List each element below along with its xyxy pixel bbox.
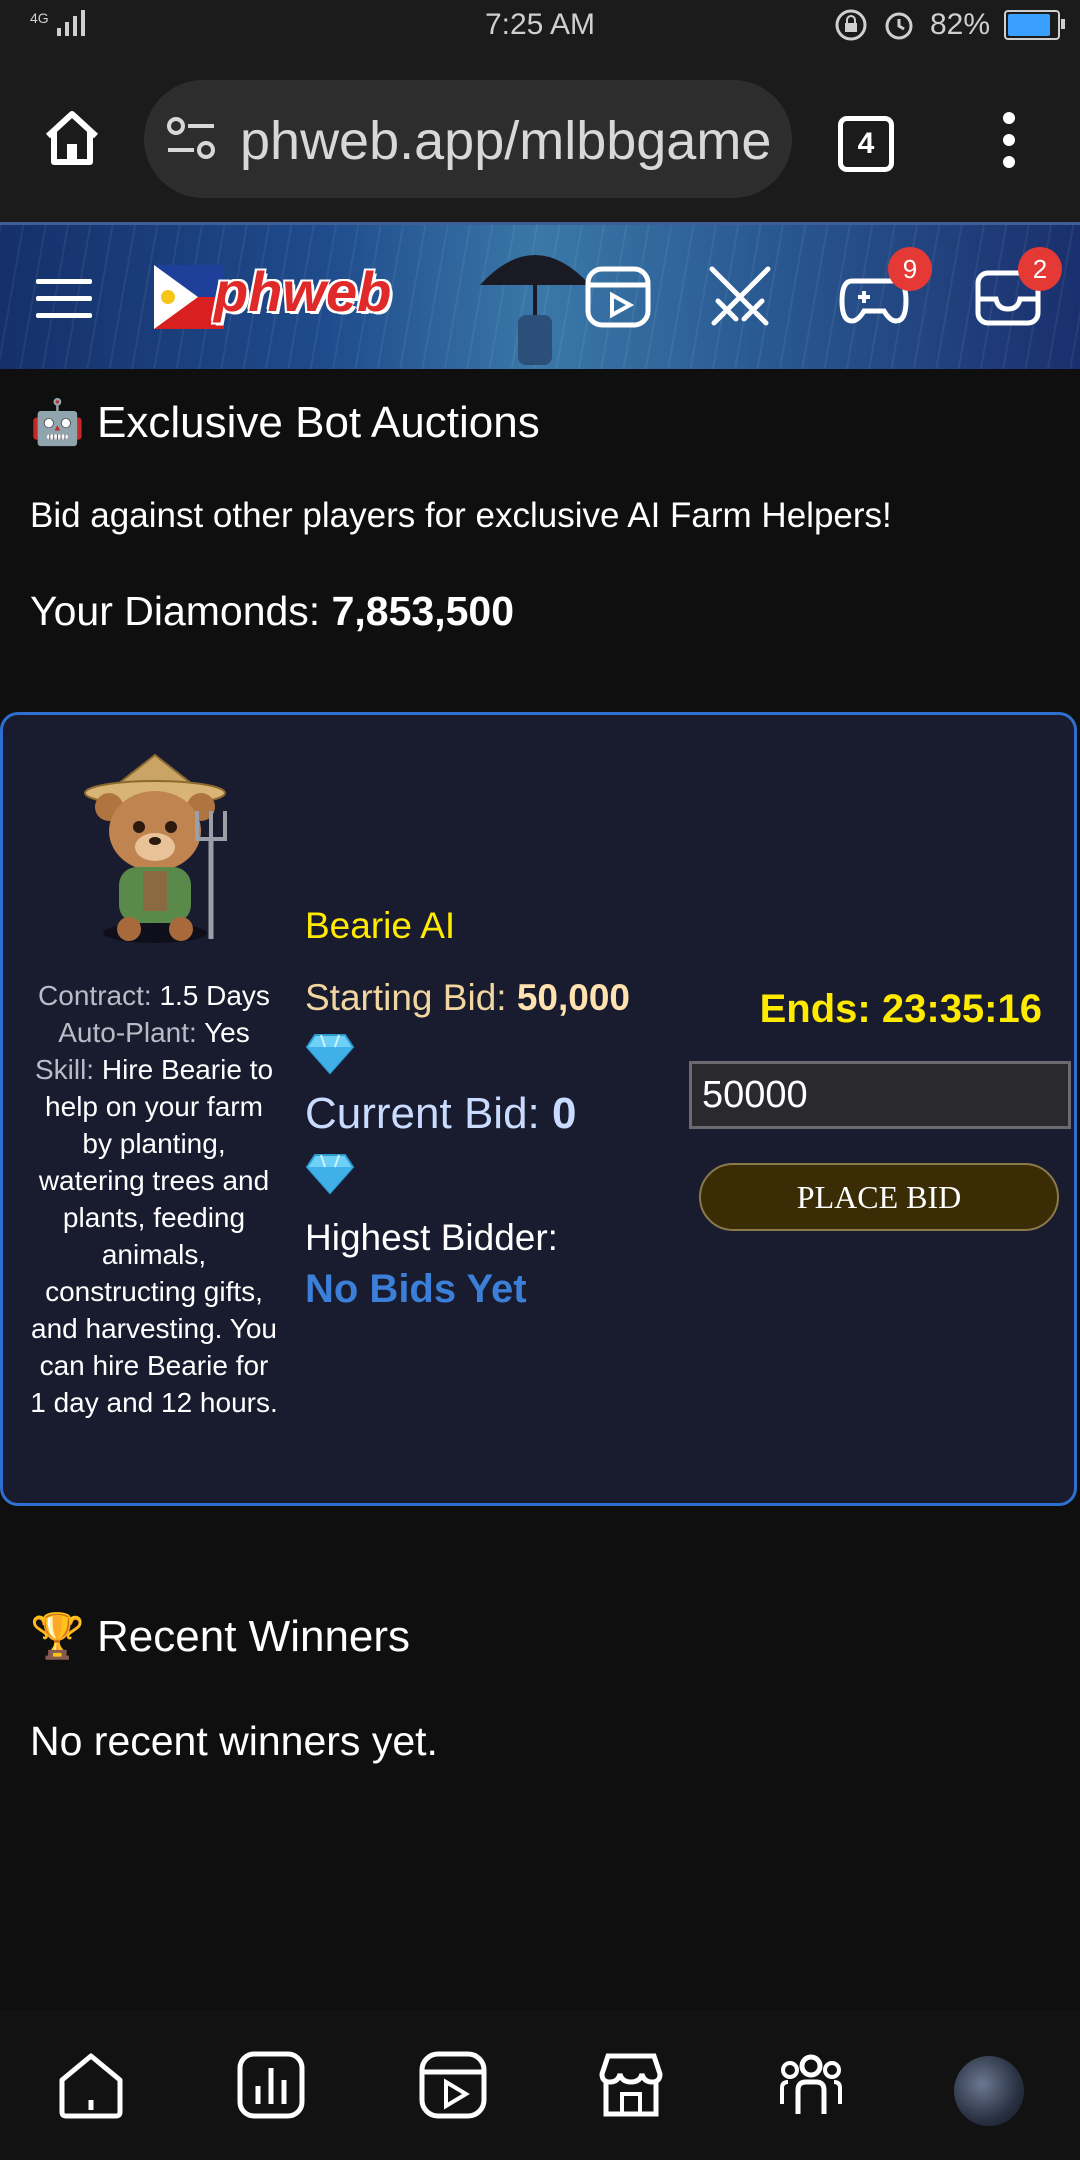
autoplant-value: Yes [204,1017,250,1048]
current-bid-value: 0 [552,1089,577,1138]
current-bid: Current Bid: 0 [305,1089,576,1139]
auctions-subtitle: Bid against other players for exclusive … [30,496,892,535]
bid-amount-input[interactable] [689,1061,1071,1129]
status-bar: 4G 7:25 AM 82% [0,0,1080,56]
robot-icon: 🤖 [30,398,85,447]
skill-label: Skill: [34,1054,95,1085]
ends-label: Ends: [759,987,871,1031]
trophy-icon: 🏆 [30,1612,85,1661]
bearie-bot-image [84,753,227,943]
tab-switcher-button[interactable]: 4 [838,116,894,172]
phweb-logo[interactable]: phweb [154,257,404,337]
auction-card: Contract: 1.5 Days Auto-Plant: Yes Skill… [0,712,1077,1506]
swords-icon[interactable] [704,261,776,333]
bot-name: Bearie AI [305,905,456,946]
inbox-notification-badge: 2 [1018,247,1062,291]
winners-empty-text: No recent winners yet. [30,1718,438,1764]
store-icon[interactable] [596,2050,666,2120]
winners-heading: 🏆 Recent Winners [30,1610,410,1662]
battery-icon [1004,10,1065,40]
group-icon[interactable] [776,2050,846,2120]
bot-specs: Contract: 1.5 Days Auto-Plant: Yes Skill… [29,977,279,1421]
autoplant-label: Auto-Plant: [58,1017,197,1048]
diamonds-balance: Your Diamonds: 7,853,500 [30,588,514,635]
hamburger-menu-icon[interactable] [36,279,92,319]
auction-timer: Ends: 23:35:16 [760,987,1042,1032]
diamond-icon [305,1034,355,1075]
contract-label: Contract: [38,980,152,1011]
starting-bid: Starting Bid: 50,000 [305,977,630,1019]
home-icon[interactable] [56,2050,126,2120]
auctions-title: Exclusive Bot Auctions [97,398,540,447]
site-settings-icon[interactable] [164,114,220,164]
reels-icon[interactable] [582,261,654,333]
ends-value: 23:35:16 [881,987,1042,1031]
battery-percent: 82% [929,8,990,41]
address-bar[interactable]: phweb.app/mlbbgame [144,80,792,198]
highest-bidder-value: No Bids Yet [305,1267,527,1311]
diamonds-label: Your Diamonds: [30,588,321,634]
starting-bid-label: Starting Bid: [305,977,507,1018]
diamond-icon [305,1154,355,1195]
auctions-heading: 🤖 Exclusive Bot Auctions [30,396,540,448]
site-header: phweb 9 2 [0,222,1080,369]
home-icon[interactable] [40,106,104,170]
skill-text: Hire Bearie to help on your farm by plan… [30,1054,278,1418]
video-icon[interactable] [418,2050,488,2120]
diamonds-value: 7,853,500 [331,588,515,634]
browser-toolbar: phweb.app/mlbbgame 4 [0,56,1080,222]
place-bid-button[interactable]: PLACE BID [699,1163,1059,1231]
url-text[interactable]: phweb.app/mlbbgame [240,110,780,172]
lock-rotation-icon [835,9,867,41]
profile-avatar[interactable] [954,2056,1024,2126]
games-notification-badge: 9 [888,247,932,291]
logo-text: phweb [214,260,392,323]
bottom-navigation [0,2010,1080,2160]
winners-title: Recent Winners [97,1612,411,1661]
umbrella-decoration [480,255,590,365]
alarm-icon [885,12,913,40]
contract-value: 1.5 Days [159,980,270,1011]
current-bid-label: Current Bid: [305,1089,540,1138]
starting-bid-value: 50,000 [516,977,631,1018]
highest-bidder-label: Highest Bidder: [305,1217,558,1258]
chart-icon[interactable] [236,2050,306,2120]
status-right: 82% [834,8,1065,42]
more-options-icon[interactable] [986,108,1032,172]
